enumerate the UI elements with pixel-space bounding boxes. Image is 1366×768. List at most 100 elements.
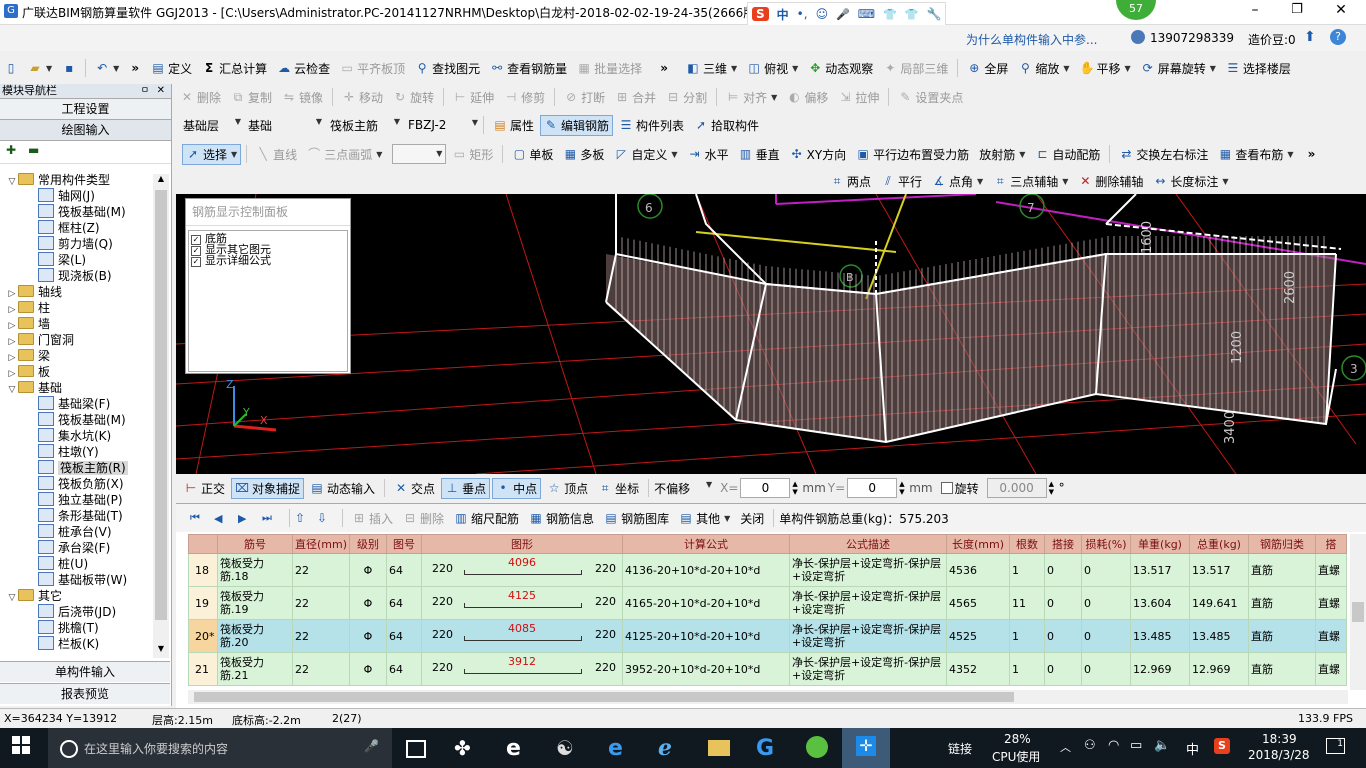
new-file-button[interactable]: ▯: [0, 59, 22, 77]
next-record-icon[interactable]: ▶: [238, 512, 260, 525]
view-rebar-qty-button[interactable]: ⚯ 查看钢筋量: [486, 58, 571, 79]
move-up-icon[interactable]: ⇧: [295, 511, 315, 525]
notification-badge[interactable]: 57: [1116, 0, 1156, 20]
rotate-checkbox[interactable]: [940, 482, 953, 494]
display-option[interactable]: ✓ 显示详细公式: [189, 255, 347, 267]
scale-rebar-button[interactable]: ▥ 缩尺配筋: [450, 508, 523, 529]
mic-icon[interactable]: 🎤: [836, 8, 850, 21]
cell-loss[interactable]: 0: [1081, 652, 1131, 686]
cell-total_w[interactable]: 12.969: [1189, 652, 1249, 686]
select-floor-button[interactable]: ☰ 选择楼层: [1222, 58, 1295, 79]
table-scroll-thumb[interactable]: [1352, 602, 1364, 622]
cell-cat[interactable]: 直筋: [1248, 586, 1316, 620]
option-checkbox[interactable]: ✓: [191, 257, 201, 267]
column-header[interactable]: [188, 534, 218, 554]
tree-item[interactable]: 独立基础(P): [6, 492, 158, 508]
ime-toolbar[interactable]: S 中 •, ☺ 🎤 ⌨ 👕 👕 🔧: [747, 2, 947, 26]
shape-cell[interactable]: 220 4125 220: [421, 586, 623, 620]
cell-dia[interactable]: 22: [292, 619, 350, 653]
rotate-input[interactable]: 0.000: [986, 478, 1047, 498]
x-input[interactable]: 0: [740, 478, 791, 498]
xy-direction-button[interactable]: ✣ XY方向: [786, 144, 851, 165]
prev-record-icon[interactable]: ◀: [214, 512, 236, 525]
cell-count[interactable]: 11: [1009, 586, 1045, 620]
ie-icon[interactable]: ℯ: [658, 736, 682, 761]
scroll-thumb[interactable]: [155, 190, 167, 620]
align-slab-top-button[interactable]: ▭ 平齐板顶: [336, 58, 409, 79]
table-row[interactable]: 20* 筏板受力筋.20 22 Φ 64 220 4085 220 4125-20+10*d-2…: [188, 619, 1347, 653]
tree-folder[interactable]: ▽ 其它: [6, 588, 158, 604]
column-header[interactable]: 搭: [1315, 534, 1347, 554]
tree-item[interactable]: 承台梁(F): [6, 540, 158, 556]
cell-cat[interactable]: 直筋: [1248, 619, 1316, 653]
tree-item[interactable]: 轴网(J): [6, 188, 158, 204]
cell-fig_no[interactable]: 64: [386, 586, 422, 620]
tree-item[interactable]: 条形基础(T): [6, 508, 158, 524]
move-button[interactable]: ✛ 移动: [338, 87, 387, 108]
cell-count[interactable]: 1: [1009, 553, 1045, 587]
tree-item[interactable]: 柱墩(Y): [6, 444, 158, 460]
move-down-icon[interactable]: ⇩: [317, 511, 337, 525]
tree-item[interactable]: 筏板主筋(R): [6, 460, 158, 476]
pin-icon[interactable]: ㅁ: [141, 84, 149, 98]
tree-item[interactable]: 集水坑(K): [6, 428, 158, 444]
cell-formula[interactable]: 4125-20+10*d-20+10*d: [622, 619, 790, 653]
coordinate-snap-button[interactable]: ⌗ 坐标: [594, 478, 643, 499]
edit-rebar-button[interactable]: ✎ 编辑钢筋: [540, 114, 614, 136]
offset-mode-select[interactable]: 不偏移 ▼: [654, 480, 712, 497]
shape-cell[interactable]: 220 4096 220: [421, 553, 623, 587]
sogou-icon[interactable]: S: [752, 7, 769, 21]
cell-fig_no[interactable]: 64: [386, 553, 422, 587]
notification-center-icon[interactable]: 1: [1326, 738, 1345, 754]
cell-formula[interactable]: 4136-20+10*d-20+10*d: [622, 553, 790, 587]
merge-button[interactable]: ⊞ 合并: [611, 87, 660, 108]
view-layout-button[interactable]: ▦ 查看布筋 ▼: [1214, 144, 1297, 165]
last-record-icon[interactable]: ⏭: [262, 511, 284, 525]
cell-extra[interactable]: 直螺: [1315, 619, 1347, 653]
rebar-info-button[interactable]: ▦ 钢筋信息: [525, 508, 598, 529]
pan-button[interactable]: ✋ 平移 ▼: [1076, 58, 1135, 79]
link-label[interactable]: 链接: [948, 740, 972, 757]
offset-button[interactable]: ◐ 偏移: [783, 87, 832, 108]
tray-chevron-icon[interactable]: ︿: [1060, 739, 1071, 755]
name-select[interactable]: FBZJ-2 ▼: [408, 118, 478, 132]
cell-unit_w[interactable]: 12.969: [1130, 652, 1190, 686]
table-row[interactable]: 18 筏板受力筋.18 22 Φ 64 220 4096 220 4136-20+10*d-20…: [188, 553, 1347, 587]
expand-all-icon[interactable]: ✚: [6, 143, 16, 157]
column-header[interactable]: 图号: [386, 534, 422, 554]
scroll-up-icon[interactable]: ▲: [153, 174, 169, 188]
fullscreen-button[interactable]: ⊕ 全屏: [963, 58, 1012, 79]
cell-unit_w[interactable]: 13.485: [1130, 619, 1190, 653]
auto-rebar-button[interactable]: ⊏ 自动配筋: [1031, 144, 1104, 165]
cell-len[interactable]: 4536: [946, 553, 1010, 587]
close-button[interactable]: ✕: [1326, 2, 1356, 18]
perpendicular-snap-button[interactable]: ⊥ 垂点: [441, 477, 491, 499]
delete-axis-button[interactable]: ✕ 删除辅轴: [1074, 171, 1147, 192]
scroll-down-icon[interactable]: ▼: [153, 644, 169, 658]
vertical-button[interactable]: ▥ 垂直: [735, 144, 784, 165]
tree-item[interactable]: 桩(U): [6, 556, 158, 572]
tree-item[interactable]: 栏板(K): [6, 636, 158, 652]
column-header[interactable]: 钢筋归类: [1248, 534, 1316, 554]
single-component-input-button[interactable]: 单构件输入: [0, 661, 170, 682]
tree-item[interactable]: 挑檐(T): [6, 620, 158, 636]
green-app-icon[interactable]: [806, 736, 828, 758]
cell-len[interactable]: 4565: [946, 586, 1010, 620]
zoom-button[interactable]: ⚲ 缩放 ▼: [1014, 58, 1073, 79]
radial-rebar-button[interactable]: 放射筋 ▼: [975, 144, 1029, 165]
cell-fig_no[interactable]: 64: [386, 652, 422, 686]
mic-taskbar-icon[interactable]: 🎤: [364, 739, 379, 753]
midpoint-snap-button[interactable]: • 中点: [492, 477, 542, 499]
tree-item[interactable]: 桩承台(V): [6, 524, 158, 540]
tree-folder[interactable]: ▷ 板: [6, 364, 158, 380]
cell-formula[interactable]: 3952-20+10*d-20+10*d: [622, 652, 790, 686]
define-button[interactable]: ▤ 定义: [147, 58, 196, 79]
drawing-input-button[interactable]: 绘图输入: [0, 120, 171, 141]
set-grip-button[interactable]: ✎ 设置夹点: [894, 87, 967, 108]
wifi-icon[interactable]: ◠: [1108, 738, 1119, 753]
object-snap-button[interactable]: ⌧ 对象捕捉: [231, 477, 305, 499]
column-header[interactable]: 根数: [1009, 534, 1045, 554]
cell-loss[interactable]: 0: [1081, 586, 1131, 620]
pick-component-button[interactable]: ➚ 拾取构件: [690, 115, 763, 136]
column-header[interactable]: 公式描述: [789, 534, 947, 554]
